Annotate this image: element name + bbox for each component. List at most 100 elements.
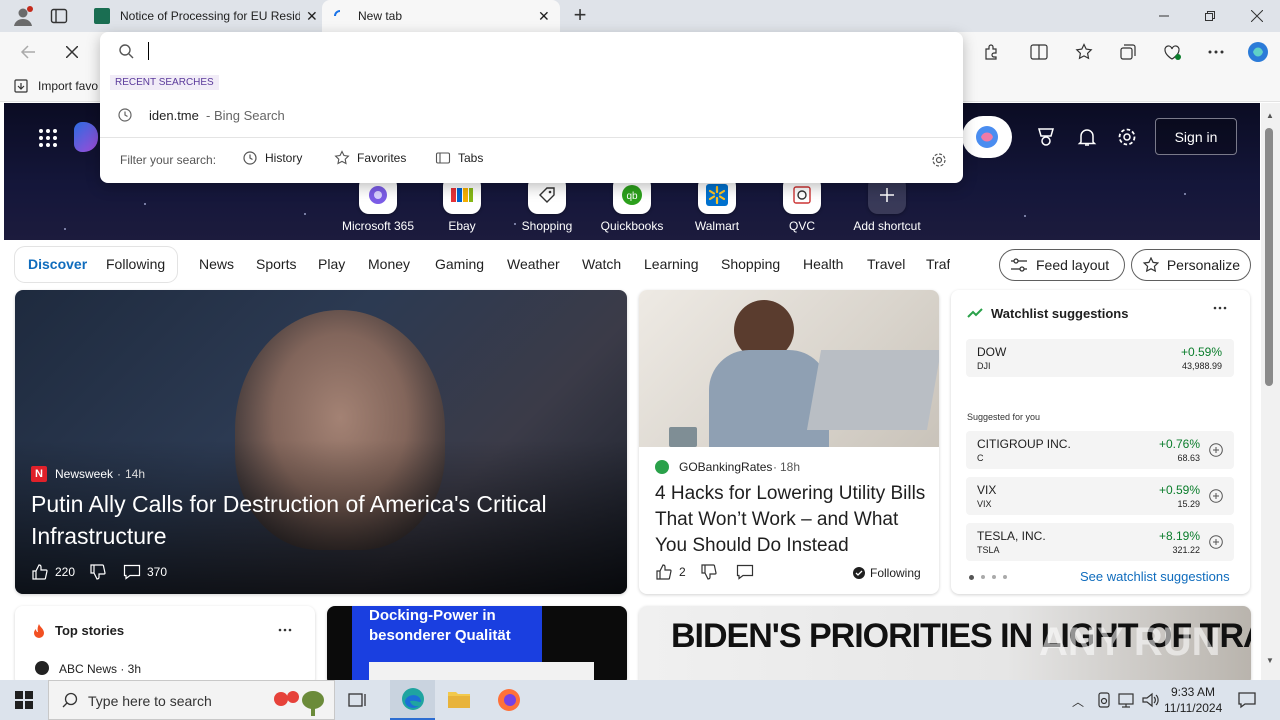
nav-shopping[interactable]: Shopping — [721, 256, 780, 272]
address-input[interactable] — [148, 42, 848, 62]
nav-watch[interactable]: Watch — [582, 256, 621, 272]
dislike-button[interactable] — [89, 564, 107, 580]
profile-icon[interactable] — [12, 5, 34, 27]
story-headline[interactable]: Putin Ally Calls for Destruction of Amer… — [31, 488, 611, 552]
scroll-up-icon[interactable]: ▲ — [1266, 111, 1274, 120]
recent-search-item[interactable]: iden.tme - Bing Search — [100, 102, 963, 128]
filter-tabs-label: Tabs — [458, 151, 484, 165]
nav-sports[interactable]: Sports — [256, 256, 296, 272]
comment-icon — [123, 564, 141, 580]
watchlist-row-tesla[interactable]: TESLA, INC. TSLA +8.19% 321.22 — [966, 523, 1234, 561]
see-watchlist-link[interactable]: See watchlist suggestions — [1080, 569, 1230, 584]
nav-news[interactable]: News — [199, 256, 234, 272]
favorites-icon[interactable] — [1068, 36, 1100, 68]
import-favorites-link[interactable]: Import favo — [38, 79, 98, 93]
filter-tabs-button[interactable]: Tabs — [435, 150, 483, 166]
nav-play[interactable]: Play — [318, 256, 345, 272]
watchlist-row-citigroup[interactable]: CITIGROUP INC. C +0.76% 68.63 — [966, 431, 1234, 469]
personalize-button[interactable]: Personalize — [1131, 249, 1251, 281]
page-settings-icon[interactable] — [1117, 127, 1137, 147]
feed-layout-button[interactable]: Feed layout — [999, 249, 1125, 281]
copilot-icon[interactable] — [1242, 36, 1274, 68]
ad-card[interactable]: Docking-Power in besonderer Qualität — [327, 606, 627, 686]
tab-discover[interactable]: Discover — [28, 256, 87, 272]
watchlist-row-dow[interactable]: DOW DJI +0.59% 43,988.99 — [966, 339, 1234, 377]
browser-essentials-icon[interactable] — [1156, 36, 1188, 68]
nav-gaming[interactable]: Gaming — [435, 256, 484, 272]
sign-in-button[interactable]: Sign in — [1155, 118, 1237, 155]
close-window-button[interactable] — [1234, 0, 1280, 32]
shortcut-shopping[interactable]: Shopping — [502, 176, 592, 233]
settings-more-icon[interactable] — [1200, 36, 1232, 68]
bottom-story-card[interactable]: BIDEN'S PRIORITIES IN LIGHT OF TRANSITIO… — [639, 606, 1251, 686]
nav-money[interactable]: Money — [368, 256, 410, 272]
scroll-thumb[interactable] — [1265, 128, 1273, 386]
nav-weather[interactable]: Weather — [507, 256, 560, 272]
story-headline[interactable]: 4 Hacks for Lowering Utility Bills That … — [655, 481, 930, 559]
more-options-icon[interactable] — [278, 628, 292, 632]
watchlist-row-vix[interactable]: VIX VIX +0.59% 15.29 — [966, 477, 1234, 515]
nav-travel[interactable]: Travel — [867, 256, 905, 272]
task-view-icon[interactable] — [348, 690, 368, 710]
sliders-icon — [1011, 258, 1027, 272]
firefox-icon[interactable] — [497, 688, 521, 712]
close-tab-icon[interactable]: ✕ — [538, 8, 550, 25]
comments-button[interactable]: 370 — [123, 564, 167, 580]
suggestion-settings-icon[interactable] — [931, 152, 947, 168]
minimize-button[interactable] — [1141, 0, 1187, 32]
extensions-icon[interactable] — [975, 36, 1007, 68]
notifications-icon[interactable] — [1238, 691, 1256, 709]
taskbar-edge[interactable] — [390, 680, 435, 720]
copilot-button[interactable] — [962, 116, 1012, 158]
rewards-icon[interactable] — [1036, 127, 1056, 147]
network-icon[interactable] — [1118, 692, 1136, 708]
second-story-card[interactable]: GOBankingRates · 18h 4 Hacks for Lowerin… — [639, 290, 939, 594]
shortcut-quickbooks[interactable]: qb Quickbooks — [587, 176, 677, 233]
stop-loading-button[interactable] — [56, 36, 88, 68]
carousel-dots[interactable] — [969, 575, 1007, 580]
more-options-icon[interactable] — [1213, 306, 1227, 310]
nav-health[interactable]: Health — [803, 256, 843, 272]
main-story-card[interactable]: N Newsweek · 14h Putin Ally Calls for De… — [15, 290, 627, 594]
tab-notice[interactable]: Notice of Processing for EU Resid ✕ — [84, 0, 320, 32]
new-tab-icon[interactable]: + — [568, 4, 592, 28]
collections-icon[interactable] — [1112, 36, 1144, 68]
nav-learning[interactable]: Learning — [644, 256, 699, 272]
split-screen-icon[interactable] — [1023, 36, 1055, 68]
taskbar-search-box[interactable]: Type here to search — [48, 680, 335, 720]
shortcut-ebay[interactable]: Ebay — [417, 176, 507, 233]
show-hidden-icons[interactable]: ︿ — [1072, 693, 1084, 710]
add-to-watchlist-icon[interactable] — [1209, 535, 1223, 549]
comments-button[interactable] — [736, 564, 754, 580]
clock[interactable]: 9:33 AM 11/11/2024 — [1164, 684, 1222, 716]
dislike-button[interactable] — [700, 564, 718, 580]
tab-actions-icon[interactable] — [50, 8, 68, 24]
stock-change: +0.59% — [1158, 483, 1200, 497]
notifications-bell-icon[interactable] — [1077, 127, 1097, 147]
tab-new-tab[interactable]: New tab ✕ — [322, 0, 560, 32]
nav-traffic[interactable]: Traf — [926, 256, 950, 272]
add-to-watchlist-icon[interactable] — [1209, 443, 1223, 457]
scroll-down-icon[interactable]: ▼ — [1266, 656, 1274, 665]
volume-icon[interactable] — [1142, 692, 1160, 708]
start-button[interactable] — [0, 680, 48, 720]
add-shortcut-button[interactable]: Add shortcut — [842, 176, 932, 233]
filter-history-button[interactable]: History — [242, 150, 302, 166]
story-age-separator: · — [773, 460, 777, 474]
like-button[interactable]: 2 — [655, 564, 686, 580]
filter-favorites-button[interactable]: Favorites — [334, 150, 406, 166]
page-scrollbar[interactable]: ▲ ▼ — [1261, 103, 1280, 680]
like-button[interactable]: 220 — [31, 564, 75, 580]
apps-launcher-icon[interactable] — [38, 128, 58, 148]
shortcut-qvc[interactable]: QVC — [757, 176, 847, 233]
system-tray-icon[interactable] — [1096, 692, 1112, 708]
back-button[interactable] — [12, 36, 44, 68]
shortcut-microsoft-365[interactable]: Microsoft 365 — [333, 176, 423, 233]
close-tab-icon[interactable]: ✕ — [306, 8, 318, 25]
tab-following[interactable]: Following — [106, 256, 165, 272]
shortcut-walmart[interactable]: Walmart — [672, 176, 762, 233]
add-to-watchlist-icon[interactable] — [1209, 489, 1223, 503]
restore-button[interactable] — [1187, 0, 1233, 32]
file-explorer-icon[interactable] — [447, 688, 471, 710]
following-badge[interactable]: Following — [853, 566, 921, 580]
